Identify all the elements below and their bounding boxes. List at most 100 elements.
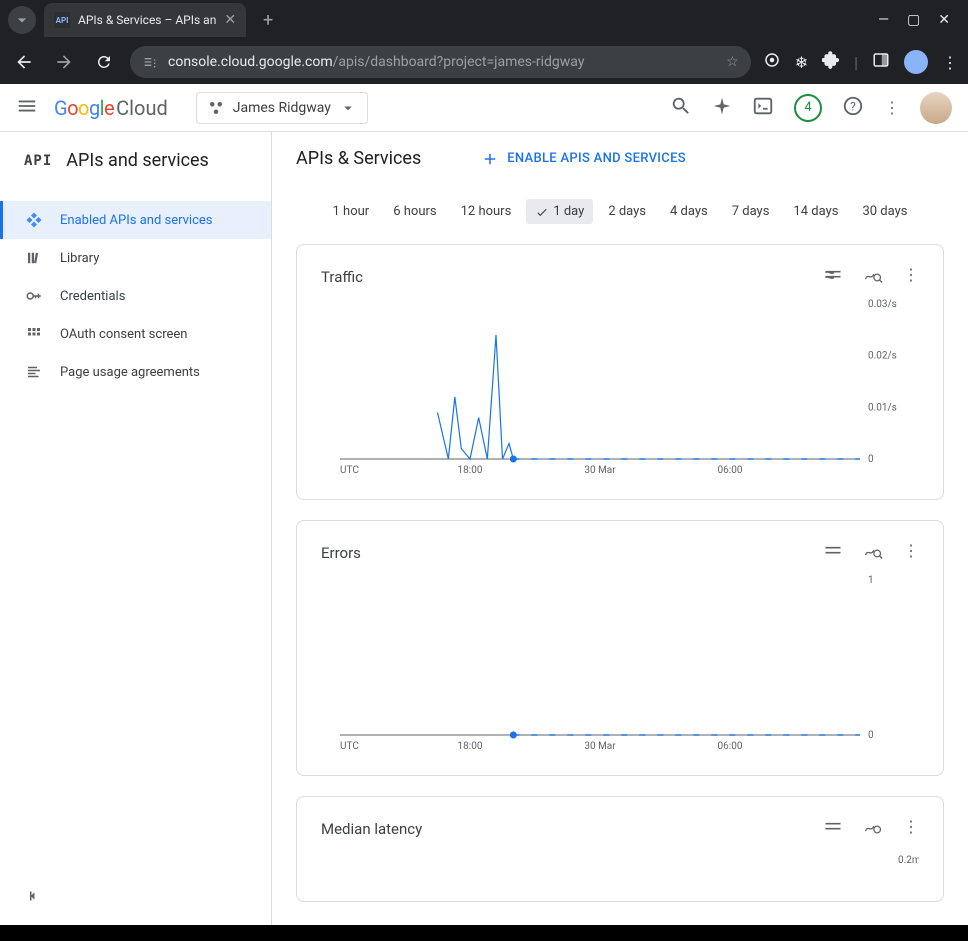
cloud-logo-text: Cloud	[116, 96, 168, 120]
svg-text:UTC: UTC	[340, 465, 359, 476]
close-window-button[interactable]: ✕	[938, 12, 950, 28]
search-button[interactable]	[670, 95, 692, 121]
svg-text:0.01/s: 0.01/s	[868, 402, 897, 413]
browser-menu-button[interactable]: ⋮	[942, 53, 958, 72]
page-header: APIs & Services ENABLE APIS AND SERVICES	[272, 132, 968, 185]
enable-apis-button[interactable]: ENABLE APIS AND SERVICES	[481, 150, 686, 168]
sidebar-item-library[interactable]: Library	[0, 239, 271, 277]
site-settings-icon	[142, 54, 158, 70]
extension-icon-2[interactable]: ❄	[795, 53, 808, 72]
diamond-icon	[24, 211, 44, 229]
address-bar[interactable]: console.cloud.google.com/apis/dashboard?…	[130, 46, 751, 78]
gemini-button[interactable]	[712, 96, 732, 120]
forward-button[interactable]	[50, 52, 78, 72]
agreement-icon	[24, 363, 44, 381]
more-button[interactable]: ⋮	[884, 98, 900, 117]
legend-toggle-icon[interactable]	[823, 541, 843, 565]
time-tab-7-days[interactable]: 7 days	[723, 199, 779, 224]
explore-icon[interactable]	[863, 265, 883, 289]
svg-text:UTC: UTC	[340, 741, 359, 752]
google-cloud-logo[interactable]: Google Cloud	[54, 96, 168, 120]
legend-toggle-icon[interactable]	[823, 265, 843, 289]
plus-icon	[481, 150, 499, 168]
bookmark-icon[interactable]: ☆	[726, 54, 739, 70]
new-tab-button[interactable]: +	[254, 6, 282, 34]
sidebar-header: API APIs and services	[0, 132, 271, 189]
chart-title-errors: Errors	[321, 544, 823, 562]
browser-chrome: API APIs & Services – APIs an ✕ + — ▢ ✕ …	[0, 0, 968, 84]
notifications-badge[interactable]: 4	[794, 94, 822, 122]
svg-text:0: 0	[868, 454, 874, 465]
sidebar-item-label: Enabled APIs and services	[60, 213, 213, 228]
time-tab-14-days[interactable]: 14 days	[784, 199, 847, 224]
header-actions: 4 ? ⋮	[670, 92, 952, 124]
sidebar-collapse-button[interactable]	[0, 871, 271, 925]
account-avatar[interactable]	[920, 92, 952, 124]
nav-menu-button[interactable]	[16, 95, 38, 121]
extensions-button[interactable]	[822, 51, 840, 73]
chart-title-traffic: Traffic	[321, 268, 823, 286]
google-logo-text: Google	[54, 96, 114, 120]
card-menu-icon[interactable]: ⋮	[903, 541, 919, 565]
latency-card: Median latency ⋮ 0.2milliseconds	[296, 796, 944, 902]
time-tab-4-days[interactable]: 4 days	[661, 199, 717, 224]
extension-icon-1[interactable]	[763, 51, 781, 73]
traffic-card: Traffic ⋮ 00.01/s0.02/s0.03/s18:0030 Mar…	[296, 244, 944, 500]
sidebar-item-label: OAuth consent screen	[60, 327, 187, 342]
project-name: James Ridgway	[233, 100, 331, 116]
tab-bar: API APIs & Services – APIs an ✕ + — ▢ ✕	[0, 0, 968, 40]
page-title: APIs & Services	[296, 148, 421, 169]
sidebar-item-label: Library	[60, 251, 99, 266]
sidebar-item-oauth-consent-screen[interactable]: OAuth consent screen	[0, 315, 271, 353]
svg-text:0: 0	[868, 730, 874, 741]
app-header: Google Cloud James Ridgway 4 ? ⋮	[0, 84, 968, 132]
project-icon	[207, 99, 225, 117]
minimize-button[interactable]: —	[878, 12, 889, 28]
check-icon	[535, 205, 549, 219]
time-range-tabs: 1 hour6 hours 12 hours1 day2 days4 days7 …	[272, 185, 968, 244]
sidebar-item-credentials[interactable]: Credentials	[0, 277, 271, 315]
time-tab-1-day[interactable]: 1 day	[526, 199, 593, 224]
svg-text:30 Mar: 30 Mar	[584, 741, 616, 752]
svg-text:30 Mar: 30 Mar	[584, 465, 616, 476]
card-menu-icon[interactable]: ⋮	[903, 265, 919, 289]
svg-text:0.2milliseconds: 0.2milliseconds	[898, 855, 919, 866]
cloud-shell-button[interactable]	[752, 95, 774, 121]
time-tab-12-hours[interactable]: 12 hours	[452, 199, 521, 224]
api-icon: API	[24, 153, 52, 169]
tab-title: APIs & Services – APIs an	[78, 13, 216, 27]
svg-text:?: ?	[850, 99, 856, 113]
chart-title-latency: Median latency	[321, 820, 823, 838]
tab-search-button[interactable]	[8, 6, 36, 34]
svg-text:06:00: 06:00	[718, 741, 743, 752]
traffic-chart: 00.01/s0.02/s0.03/s18:0030 Mar06:00UTC	[321, 299, 919, 479]
toolbar: console.cloud.google.com/apis/dashboard?…	[0, 40, 968, 84]
tab-close-button[interactable]: ✕	[224, 12, 236, 28]
time-tab-30-days[interactable]: 30 days	[853, 199, 916, 224]
back-button[interactable]	[10, 52, 38, 72]
profile-avatar[interactable]	[904, 50, 928, 74]
card-menu-icon[interactable]: ⋮	[903, 817, 919, 841]
reload-button[interactable]	[90, 53, 118, 71]
errors-card: Errors ⋮ 0118:0030 Mar06:00UTC	[296, 520, 944, 776]
time-tab-6-hours[interactable]: 6 hours	[384, 199, 445, 224]
time-tab-1-hour[interactable]: 1 hour	[324, 199, 379, 224]
consent-icon	[24, 325, 44, 343]
sidebar-item-page-usage-agreements[interactable]: Page usage agreements	[0, 353, 271, 391]
help-button[interactable]: ?	[842, 95, 864, 121]
sidebar-title: APIs and services	[66, 150, 209, 171]
app-root: Google Cloud James Ridgway 4 ? ⋮ API API…	[0, 84, 968, 925]
maximize-button[interactable]: ▢	[907, 12, 920, 28]
errors-chart: 0118:0030 Mar06:00UTC	[321, 575, 919, 755]
tab-favicon: API	[54, 12, 70, 28]
explore-icon[interactable]	[863, 817, 883, 841]
time-tab-2-days[interactable]: 2 days	[599, 199, 655, 224]
side-panel-button[interactable]	[872, 51, 890, 73]
sidebar: API APIs and services Enabled APIs and s…	[0, 132, 272, 925]
browser-tab[interactable]: API APIs & Services – APIs an ✕	[44, 3, 246, 37]
sidebar-item-enabled-apis-and-services[interactable]: Enabled APIs and services	[0, 201, 271, 239]
svg-text:18:00: 18:00	[458, 741, 483, 752]
project-picker[interactable]: James Ridgway	[196, 92, 368, 124]
explore-icon[interactable]	[863, 541, 883, 565]
legend-toggle-icon[interactable]	[823, 817, 843, 841]
